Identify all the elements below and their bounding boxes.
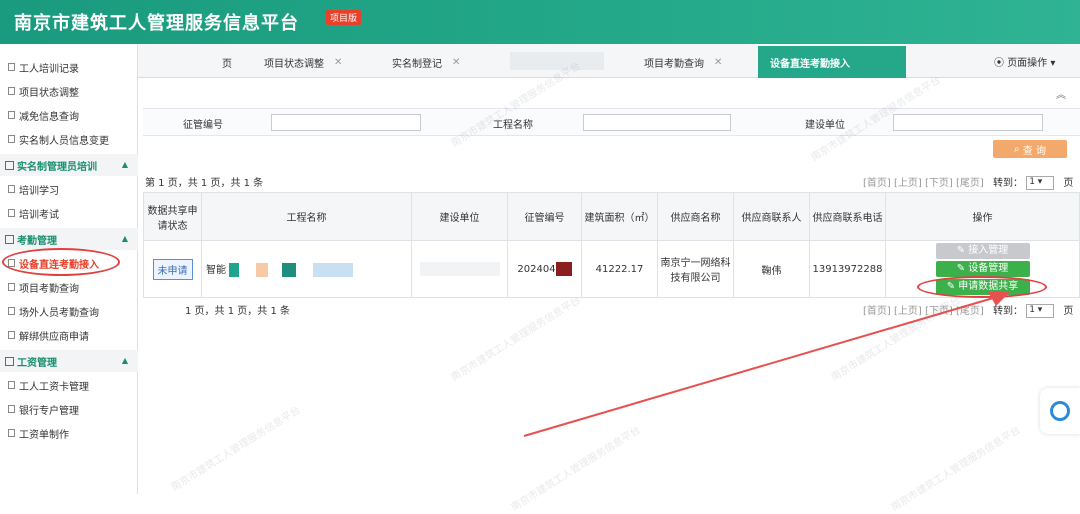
annotation-arrow bbox=[523, 292, 1010, 437]
float-service-button[interactable] bbox=[1040, 388, 1080, 434]
service-icon bbox=[1050, 401, 1070, 421]
